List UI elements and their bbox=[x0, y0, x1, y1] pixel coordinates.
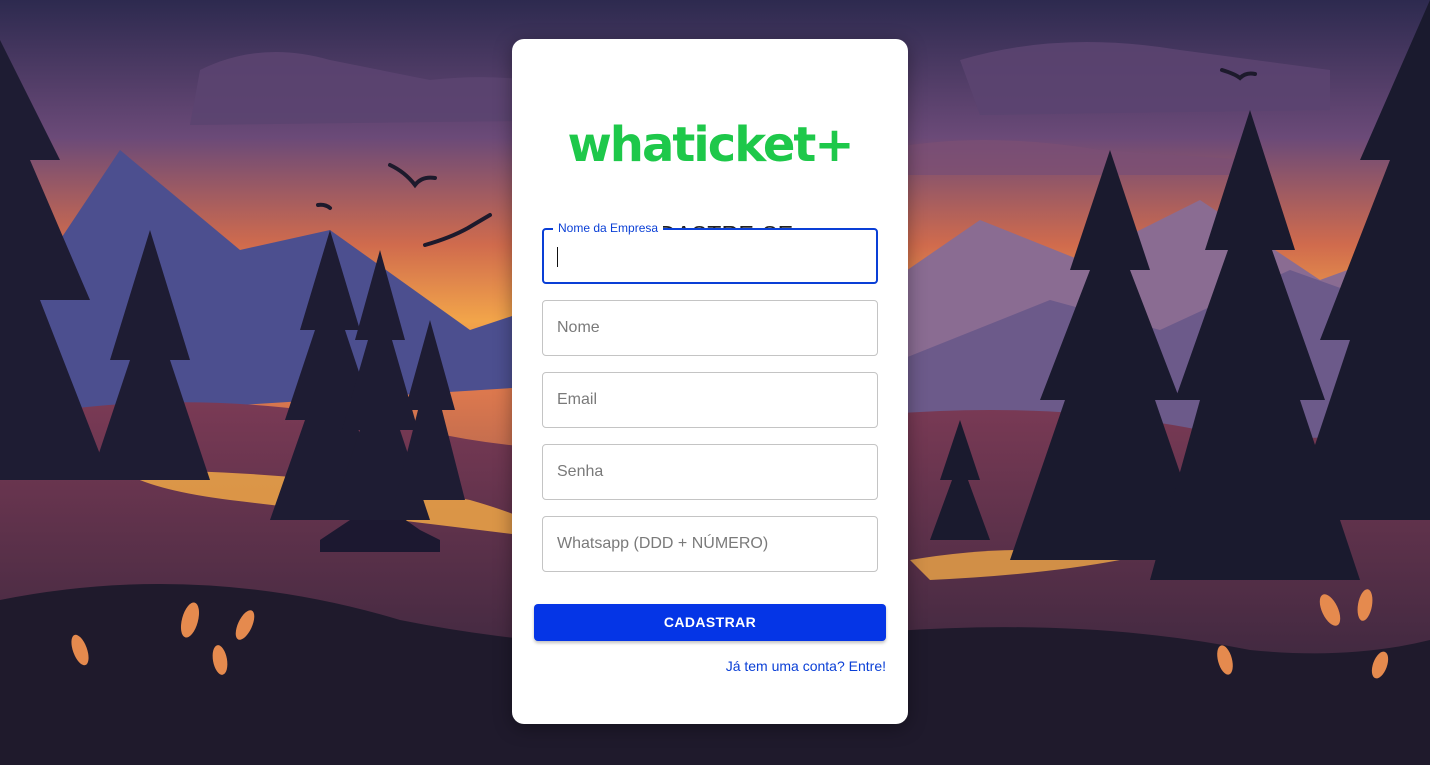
email-placeholder: Email bbox=[557, 391, 598, 408]
brand-logo: whaticket+ bbox=[567, 117, 854, 173]
name-field[interactable]: Nome bbox=[542, 300, 878, 356]
signup-submit-button[interactable]: CADASTRAR bbox=[534, 604, 886, 641]
name-placeholder: Nome bbox=[557, 319, 600, 336]
email-field[interactable]: Email bbox=[542, 372, 878, 428]
signup-page: whaticket+ CADASTRE-SE Nome da Empresa N… bbox=[0, 0, 1430, 765]
password-placeholder: Senha bbox=[557, 463, 604, 480]
password-field[interactable]: Senha bbox=[542, 444, 878, 500]
whatsapp-placeholder: Whatsapp (DDD + NÚMERO) bbox=[557, 535, 769, 552]
whatsapp-field[interactable]: Whatsapp (DDD + NÚMERO) bbox=[542, 516, 878, 572]
signup-card: whaticket+ CADASTRE-SE Nome da Empresa N… bbox=[512, 39, 908, 724]
text-cursor bbox=[557, 247, 558, 267]
company-name-field[interactable]: Nome da Empresa bbox=[542, 221, 878, 284]
login-link[interactable]: Já tem uma conta? Entre! bbox=[726, 658, 886, 674]
company-name-label: Nome da Empresa bbox=[553, 221, 664, 235]
